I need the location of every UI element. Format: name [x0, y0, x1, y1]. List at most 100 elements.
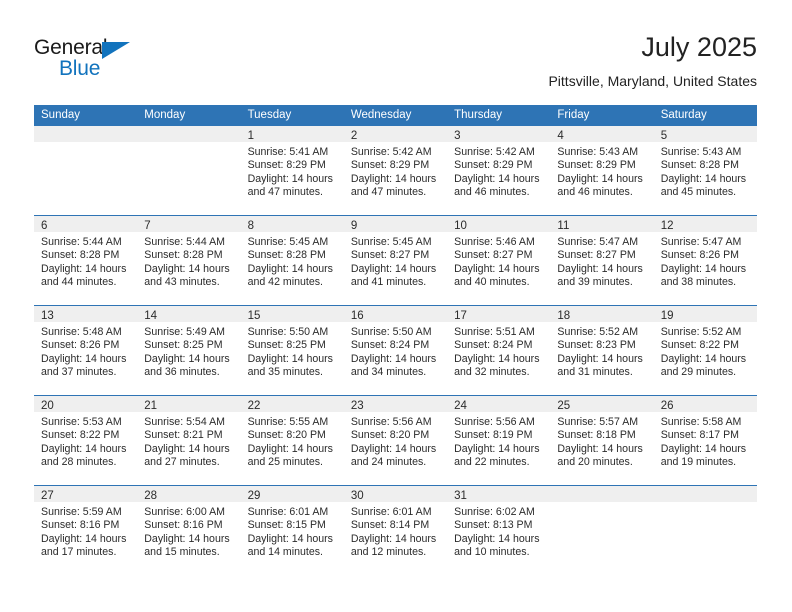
weekday-header-tuesday: Tuesday [247, 109, 292, 121]
sunrise-time: Sunrise: 5:47 AM [557, 236, 639, 248]
sunrise-time: Sunrise: 5:42 AM [454, 146, 535, 158]
calendar-day-cell[interactable]: 14 Sunrise: 5:49 AM Sunset: 8:25 PM Dayligh… [137, 306, 241, 395]
calendar-day-cell[interactable]: 25 Sunrise: 5:57 AM Sunset: 8:18 PM Dayligh… [550, 396, 654, 485]
day-number-strip: 22 [240, 396, 344, 412]
calendar-day-cell[interactable]: 13 Sunrise: 5:48 AM Sunset: 8:26 PM Dayligh… [34, 306, 138, 395]
daylight-duration-line-1: Daylight: 14 hours [350, 532, 437, 545]
calendar-day-cell[interactable]: 29 Sunrise: 6:01 AM Sunset: 8:15 PM Dayligh… [240, 486, 344, 575]
sunrise-time: Sunrise: 5:52 AM [557, 326, 639, 338]
calendar-day-cell[interactable]: 21 Sunrise: 5:54 AM Sunset: 8:21 PM Dayligh… [137, 396, 241, 485]
sunrise-time: Sunrise: 5:55 AM [247, 416, 329, 428]
calendar-day-cell[interactable]: 15 Sunrise: 5:50 AM Sunset: 8:25 PM Dayligh… [240, 306, 344, 395]
day-details: Sunrise: 5:41 AM Sunset: 8:29 PM Daylight:… [241, 142, 344, 199]
sunrise-time: Sunrise: 5:51 AM [454, 326, 535, 338]
day-number: 31 [454, 490, 467, 502]
calendar-day-cell[interactable]: 1 Sunrise: 5:41 AM Sunset: 8:29 PM Daylight… [240, 126, 344, 215]
day-details: Sunrise: 6:01 AM Sunset: 8:15 PM Daylight:… [241, 502, 344, 559]
calendar-day-cell[interactable]: 26 Sunrise: 5:58 AM Sunset: 8:17 PM Dayligh… [653, 396, 757, 485]
day-number: 17 [454, 310, 467, 322]
day-number: 11 [557, 220, 570, 232]
calendar-day-cell[interactable]: 2 Sunrise: 5:42 AM Sunset: 8:29 PM Daylight… [343, 126, 448, 215]
calendar-day-cell-empty [137, 126, 241, 215]
calendar-day-cell[interactable]: 8 Sunrise: 5:45 AM Sunset: 8:28 PM Daylight… [240, 216, 344, 305]
day-details: Sunrise: 5:43 AM Sunset: 8:28 PM Daylight:… [654, 142, 757, 199]
sunrise-time: Sunrise: 5:52 AM [660, 326, 742, 338]
calendar-day-cell[interactable]: 23 Sunrise: 5:56 AM Sunset: 8:20 PM Dayligh… [343, 396, 448, 485]
daylight-duration-line-1: Daylight: 14 hours [247, 352, 333, 365]
day-number-strip: 1 [240, 126, 344, 142]
day-number: 3 [454, 130, 461, 142]
calendar-week-row: 20 Sunrise: 5:53 AM Sunset: 8:22 PM Dayligh… [34, 395, 757, 485]
day-details: Sunrise: 5:47 AM Sunset: 8:27 PM Daylight:… [550, 232, 653, 289]
daylight-duration-line-2: and 29 minutes. [660, 365, 737, 378]
daylight-duration-line-1: Daylight: 14 hours [247, 532, 333, 545]
daylight-duration-line-1: Daylight: 14 hours [247, 172, 333, 185]
calendar-day-cell[interactable]: 30 Sunrise: 6:01 AM Sunset: 8:14 PM Dayligh… [343, 486, 448, 575]
calendar-day-cell[interactable]: 31 Sunrise: 6:02 AM Sunset: 8:13 PM Dayligh… [447, 486, 551, 575]
daylight-duration-line-1: Daylight: 14 hours [454, 262, 540, 275]
sunrise-time: Sunrise: 5:56 AM [350, 416, 432, 428]
weekday-header-friday: Friday [557, 109, 590, 121]
day-number: 7 [144, 220, 151, 232]
calendar-day-cell[interactable]: 27 Sunrise: 5:59 AM Sunset: 8:16 PM Dayligh… [34, 486, 138, 575]
day-number-strip: 16 [343, 306, 448, 322]
calendar-day-cell[interactable]: 10 Sunrise: 5:46 AM Sunset: 8:27 PM Dayligh… [447, 216, 551, 305]
calendar-day-cell[interactable]: 28 Sunrise: 6:00 AM Sunset: 8:16 PM Dayligh… [137, 486, 241, 575]
daylight-duration-line-1: Daylight: 14 hours [660, 262, 747, 275]
calendar-week-row: 6 Sunrise: 5:44 AM Sunset: 8:28 PM Daylight… [34, 215, 757, 305]
day-details: Sunrise: 5:44 AM Sunset: 8:28 PM Daylight:… [137, 232, 240, 289]
sunset-time: Sunset: 8:20 PM [350, 429, 430, 442]
day-details: Sunrise: 5:42 AM Sunset: 8:29 PM Daylight:… [447, 142, 550, 199]
calendar-day-cell[interactable]: 4 Sunrise: 5:43 AM Sunset: 8:29 PM Daylight… [550, 126, 654, 215]
day-details: Sunrise: 5:50 AM Sunset: 8:25 PM Daylight:… [241, 322, 344, 379]
daylight-duration-line-1: Daylight: 14 hours [41, 262, 127, 275]
day-number-strip: 10 [447, 216, 551, 232]
sunset-time: Sunset: 8:26 PM [41, 339, 120, 352]
day-details: Sunrise: 5:57 AM Sunset: 8:18 PM Daylight:… [550, 412, 653, 469]
calendar-day-cell[interactable]: 16 Sunrise: 5:50 AM Sunset: 8:24 PM Dayligh… [343, 306, 448, 395]
day-number: 24 [454, 400, 467, 412]
sunset-time: Sunset: 8:29 PM [557, 159, 636, 172]
calendar-day-cell[interactable]: 9 Sunrise: 5:45 AM Sunset: 8:27 PM Daylight… [343, 216, 448, 305]
calendar-week-row: 1 Sunrise: 5:41 AM Sunset: 8:29 PM Daylight… [34, 126, 757, 215]
daylight-duration-line-2: and 46 minutes. [454, 185, 530, 198]
day-number-strip: 23 [343, 396, 448, 412]
calendar-day-cell[interactable]: 24 Sunrise: 5:56 AM Sunset: 8:19 PM Dayligh… [447, 396, 551, 485]
day-details: Sunrise: 5:53 AM Sunset: 8:22 PM Daylight:… [34, 412, 137, 469]
day-details: Sunrise: 5:45 AM Sunset: 8:28 PM Daylight:… [241, 232, 344, 289]
calendar-day-cell[interactable]: 11 Sunrise: 5:47 AM Sunset: 8:27 PM Dayligh… [550, 216, 654, 305]
calendar-day-cell-empty [653, 486, 757, 575]
calendar-day-cell[interactable]: 6 Sunrise: 5:44 AM Sunset: 8:28 PM Daylight… [34, 216, 138, 305]
sunrise-time: Sunrise: 5:50 AM [350, 326, 432, 338]
sunrise-time: Sunrise: 5:53 AM [41, 416, 122, 428]
calendar-day-cell[interactable]: 20 Sunrise: 5:53 AM Sunset: 8:22 PM Dayligh… [34, 396, 138, 485]
calendar-day-cell[interactable]: 22 Sunrise: 5:55 AM Sunset: 8:20 PM Dayligh… [240, 396, 344, 485]
daylight-duration-line-2: and 27 minutes. [144, 455, 220, 468]
page-title: July 2025 [641, 32, 757, 62]
calendar-day-cell[interactable]: 18 Sunrise: 5:52 AM Sunset: 8:23 PM Dayligh… [550, 306, 654, 395]
daylight-duration-line-2: and 10 minutes. [454, 545, 530, 558]
day-number-strip: 21 [137, 396, 241, 412]
day-details: Sunrise: 6:01 AM Sunset: 8:14 PM Daylight:… [344, 502, 447, 559]
calendar-day-cell[interactable]: 3 Sunrise: 5:42 AM Sunset: 8:29 PM Daylight… [447, 126, 551, 215]
calendar-day-cell-empty [550, 486, 654, 575]
sunrise-time: Sunrise: 5:45 AM [350, 236, 432, 248]
calendar-day-cell[interactable]: 12 Sunrise: 5:47 AM Sunset: 8:26 PM Dayligh… [653, 216, 757, 305]
daylight-duration-line-1: Daylight: 14 hours [557, 262, 643, 275]
daylight-duration-line-2: and 28 minutes. [41, 455, 117, 468]
day-number-strip: 14 [137, 306, 241, 322]
daylight-duration-line-2: and 43 minutes. [144, 275, 220, 288]
calendar-day-cell[interactable]: 7 Sunrise: 5:44 AM Sunset: 8:28 PM Daylight… [137, 216, 241, 305]
day-details: Sunrise: 6:00 AM Sunset: 8:16 PM Daylight:… [137, 502, 240, 559]
daylight-duration-line-1: Daylight: 14 hours [557, 352, 643, 365]
day-number-strip: 18 [550, 306, 654, 322]
day-number: 29 [247, 490, 261, 502]
calendar-day-cell[interactable]: 19 Sunrise: 5:52 AM Sunset: 8:22 PM Dayligh… [653, 306, 757, 395]
day-details: Sunrise: 5:59 AM Sunset: 8:16 PM Daylight:… [34, 502, 137, 559]
daylight-duration-line-2: and 35 minutes. [247, 365, 323, 378]
calendar-day-cell[interactable]: 5 Sunrise: 5:43 AM Sunset: 8:28 PM Daylight… [653, 126, 757, 215]
calendar-day-cell[interactable]: 17 Sunrise: 5:51 AM Sunset: 8:24 PM Dayligh… [447, 306, 551, 395]
day-number-strip: 27 [34, 486, 138, 502]
day-number: 15 [247, 310, 261, 322]
daylight-duration-line-2: and 45 minutes. [660, 185, 737, 198]
